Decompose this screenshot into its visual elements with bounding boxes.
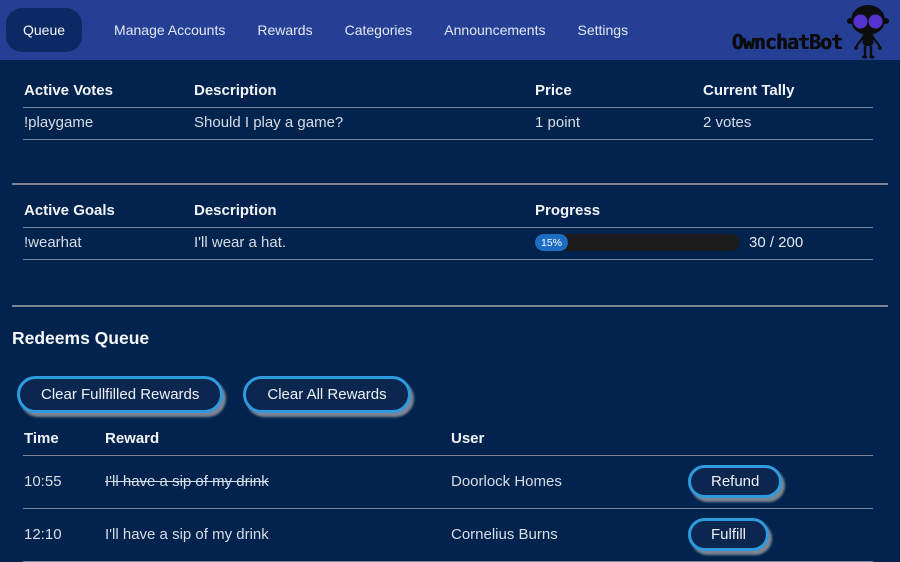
vote-row: !playgame Should I play a game? 1 point … xyxy=(23,108,873,140)
active-votes-table: Active Votes Description Price Current T… xyxy=(23,77,873,140)
redeems-header-time: Time xyxy=(23,425,104,456)
logo-wordmark: OwnchatBot xyxy=(732,30,842,54)
tab-queue[interactable]: Queue xyxy=(6,8,82,52)
votes-header-description: Description xyxy=(193,77,534,108)
votes-header-tally: Current Tally xyxy=(702,77,873,108)
goals-header-command: Active Goals xyxy=(23,197,193,228)
redeem-time-cell: 10:55 xyxy=(23,456,104,509)
goal-progress-fill: 15% xyxy=(535,234,568,251)
vote-tally-cell: 2 votes xyxy=(702,108,873,140)
goal-progress-cell: 15% 30 / 200 xyxy=(534,228,873,260)
redeems-header-actions xyxy=(687,425,873,456)
redeem-reward-text: I'll have a sip of my drink xyxy=(105,473,269,490)
redeem-action-cell: Fulfill xyxy=(687,509,873,562)
redeems-header-user: User xyxy=(450,425,687,456)
tab-categories[interactable]: Categories xyxy=(345,9,413,51)
redeem-user-cell: Doorlock Homes xyxy=(450,456,687,509)
tab-announcements[interactable]: Announcements xyxy=(444,9,545,51)
goals-header-progress: Progress xyxy=(534,197,873,228)
redeem-reward-text: I'll have a sip of my drink xyxy=(105,526,269,543)
redeems-header-reward: Reward xyxy=(104,425,450,456)
ownchatbot-logo: OwnchatBot xyxy=(732,0,892,60)
tab-manage-accounts[interactable]: Manage Accounts xyxy=(114,9,225,51)
active-goals-table: Active Goals Description Progress !wearh… xyxy=(23,197,873,260)
section-divider xyxy=(12,305,888,307)
goals-header-description: Description xyxy=(193,197,534,228)
goal-command-cell: !wearhat xyxy=(23,228,193,260)
redeem-row: 10:55 I'll have a sip of my drink Doorlo… xyxy=(23,456,873,509)
clear-all-rewards-button[interactable]: Clear All Rewards xyxy=(243,376,410,413)
redeems-queue-table: Time Reward User 10:55 I'll have a sip o… xyxy=(23,425,873,562)
clear-fulfilled-rewards-button[interactable]: Clear Fullfilled Rewards xyxy=(17,376,223,413)
redeem-user-cell: Cornelius Burns xyxy=(450,509,687,562)
vote-command-cell: !playgame xyxy=(23,108,193,140)
redeem-action-cell: Refund xyxy=(687,456,873,509)
nav-tabs: Queue Manage Accounts Rewards Categories… xyxy=(6,8,628,52)
votes-header-command: Active Votes xyxy=(23,77,193,108)
section-divider xyxy=(12,183,888,185)
vote-price-cell: 1 point xyxy=(534,108,702,140)
redeems-actions: Clear Fullfilled Rewards Clear All Rewar… xyxy=(17,376,900,413)
queue-page: Active Votes Description Price Current T… xyxy=(0,77,900,562)
votes-header-price: Price xyxy=(534,77,702,108)
redeem-row: 12:10 I'll have a sip of my drink Cornel… xyxy=(23,509,873,562)
fulfill-button[interactable]: Fulfill xyxy=(688,518,769,551)
tab-settings[interactable]: Settings xyxy=(577,9,628,51)
vote-description-cell: Should I play a game? xyxy=(193,108,534,140)
top-navbar: Queue Manage Accounts Rewards Categories… xyxy=(0,0,900,60)
redeem-reward-cell: I'll have a sip of my drink xyxy=(104,456,450,509)
goal-progress-bar: 15% xyxy=(535,234,740,251)
tab-rewards[interactable]: Rewards xyxy=(257,9,312,51)
goal-description-cell: I'll wear a hat. xyxy=(193,228,534,260)
redeem-time-cell: 12:10 xyxy=(23,509,104,562)
goal-row: !wearhat I'll wear a hat. 15% 30 / 200 xyxy=(23,228,873,260)
robot-mascot-icon xyxy=(844,4,892,60)
goal-progress-count: 30 / 200 xyxy=(749,234,803,251)
redeem-reward-cell: I'll have a sip of my drink xyxy=(104,509,450,562)
refund-button[interactable]: Refund xyxy=(688,465,782,498)
redeems-queue-heading: Redeems Queue xyxy=(12,328,900,349)
